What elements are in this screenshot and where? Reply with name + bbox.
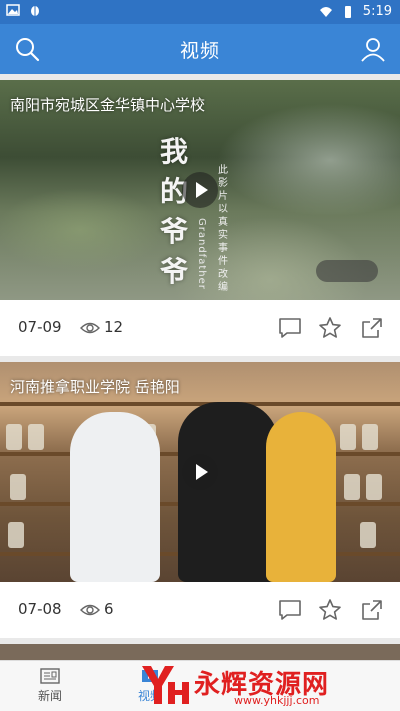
video-date: 07-09 xyxy=(18,318,62,336)
video-title: 南阳市宛城区金华镇中心学校 xyxy=(10,96,206,114)
eye-icon xyxy=(80,322,100,334)
watermark-logo-icon xyxy=(142,666,189,704)
eye-icon xyxy=(80,604,100,616)
comment-icon[interactable] xyxy=(278,598,302,622)
video-meta: 07-08 6 xyxy=(0,582,400,638)
app-bar: 视频 xyxy=(0,24,400,74)
poster-subtitle: 此影片以真实事件改编 xyxy=(218,165,228,293)
star-icon[interactable] xyxy=(318,316,342,340)
battery-icon xyxy=(344,5,351,18)
video-date: 07-08 xyxy=(18,600,62,618)
page-title: 视频 xyxy=(179,40,220,62)
jar xyxy=(362,424,378,450)
person-left xyxy=(70,412,160,582)
video-thumbnail[interactable]: 南阳市宛城区金华镇中心学校 我的爷爷 Grandfather 此影片以真实事件改… xyxy=(0,80,400,300)
clock: 5:19 xyxy=(362,4,392,19)
video-meta: 07-09 12 xyxy=(0,300,400,356)
video-card[interactable] xyxy=(0,644,400,660)
video-card[interactable]: 南阳市宛城区金华镇中心学校 我的爷爷 Grandfather 此影片以真实事件改… xyxy=(0,80,400,356)
video-card[interactable]: 河南推拿职业学院 岳艳阳 07-08 6 xyxy=(0,362,400,638)
star-icon[interactable] xyxy=(318,598,342,622)
play-button[interactable] xyxy=(182,172,218,208)
poster-title: 我的爷爷 xyxy=(160,135,189,288)
video-title: 河南推拿职业学院 岳艳阳 xyxy=(10,378,180,396)
news-icon xyxy=(40,668,60,684)
jar xyxy=(6,424,22,450)
watermark-url: www.yhkjjj.com xyxy=(234,694,320,707)
jar xyxy=(344,474,360,500)
video-thumbnail[interactable]: 河南推拿职业学院 岳艳阳 xyxy=(0,362,400,582)
status-bar: 5:19 xyxy=(0,0,400,24)
video-feed[interactable]: 南阳市宛城区金华镇中心学校 我的爷爷 Grandfather 此影片以真实事件改… xyxy=(0,74,400,660)
tab-news-label: 新闻 xyxy=(37,689,62,703)
share-icon[interactable] xyxy=(360,598,384,622)
jar xyxy=(366,474,382,500)
jar xyxy=(8,522,24,548)
share-icon[interactable] xyxy=(360,316,384,340)
jar xyxy=(340,424,356,450)
watermark: 永辉资源网 www.yhkjjj.com xyxy=(130,660,400,711)
jar xyxy=(10,474,26,500)
wifi-icon xyxy=(319,6,332,17)
person-middle xyxy=(178,402,278,582)
view-count: 6 xyxy=(104,600,114,618)
user-icon[interactable] xyxy=(360,36,386,62)
play-button[interactable] xyxy=(182,454,218,490)
jar xyxy=(28,424,44,450)
jar xyxy=(360,522,376,548)
bug-icon xyxy=(31,6,39,16)
poster-english: Grandfather xyxy=(196,218,207,290)
tab-news[interactable]: 新闻 xyxy=(20,667,80,704)
view-count: 12 xyxy=(104,318,124,336)
person-right xyxy=(266,412,336,582)
comment-icon[interactable] xyxy=(278,316,302,340)
duration-badge xyxy=(316,260,378,282)
image-icon xyxy=(6,4,20,16)
